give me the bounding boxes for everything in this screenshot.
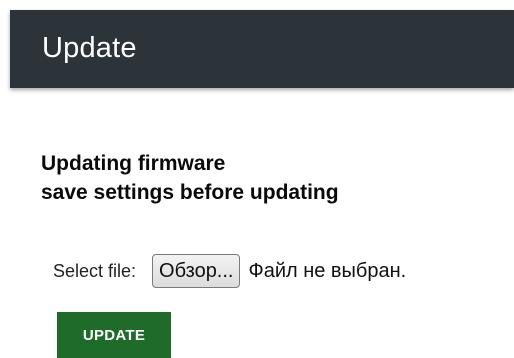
- app-header: Update: [10, 10, 514, 88]
- page-title: Update: [42, 32, 137, 64]
- update-button[interactable]: UPDATE: [57, 312, 171, 358]
- file-status-text: Файл не выбран.: [248, 259, 407, 282]
- heading-subtitle: save settings before updating: [41, 181, 339, 204]
- section-heading: Updating firmware save settings before u…: [41, 149, 339, 207]
- file-input-row: Select file: Обзор... Файл не выбран.: [53, 251, 406, 291]
- heading-title: Updating firmware: [41, 152, 226, 175]
- select-file-label: Select file:: [53, 260, 137, 281]
- browse-button[interactable]: Обзор...: [152, 254, 241, 288]
